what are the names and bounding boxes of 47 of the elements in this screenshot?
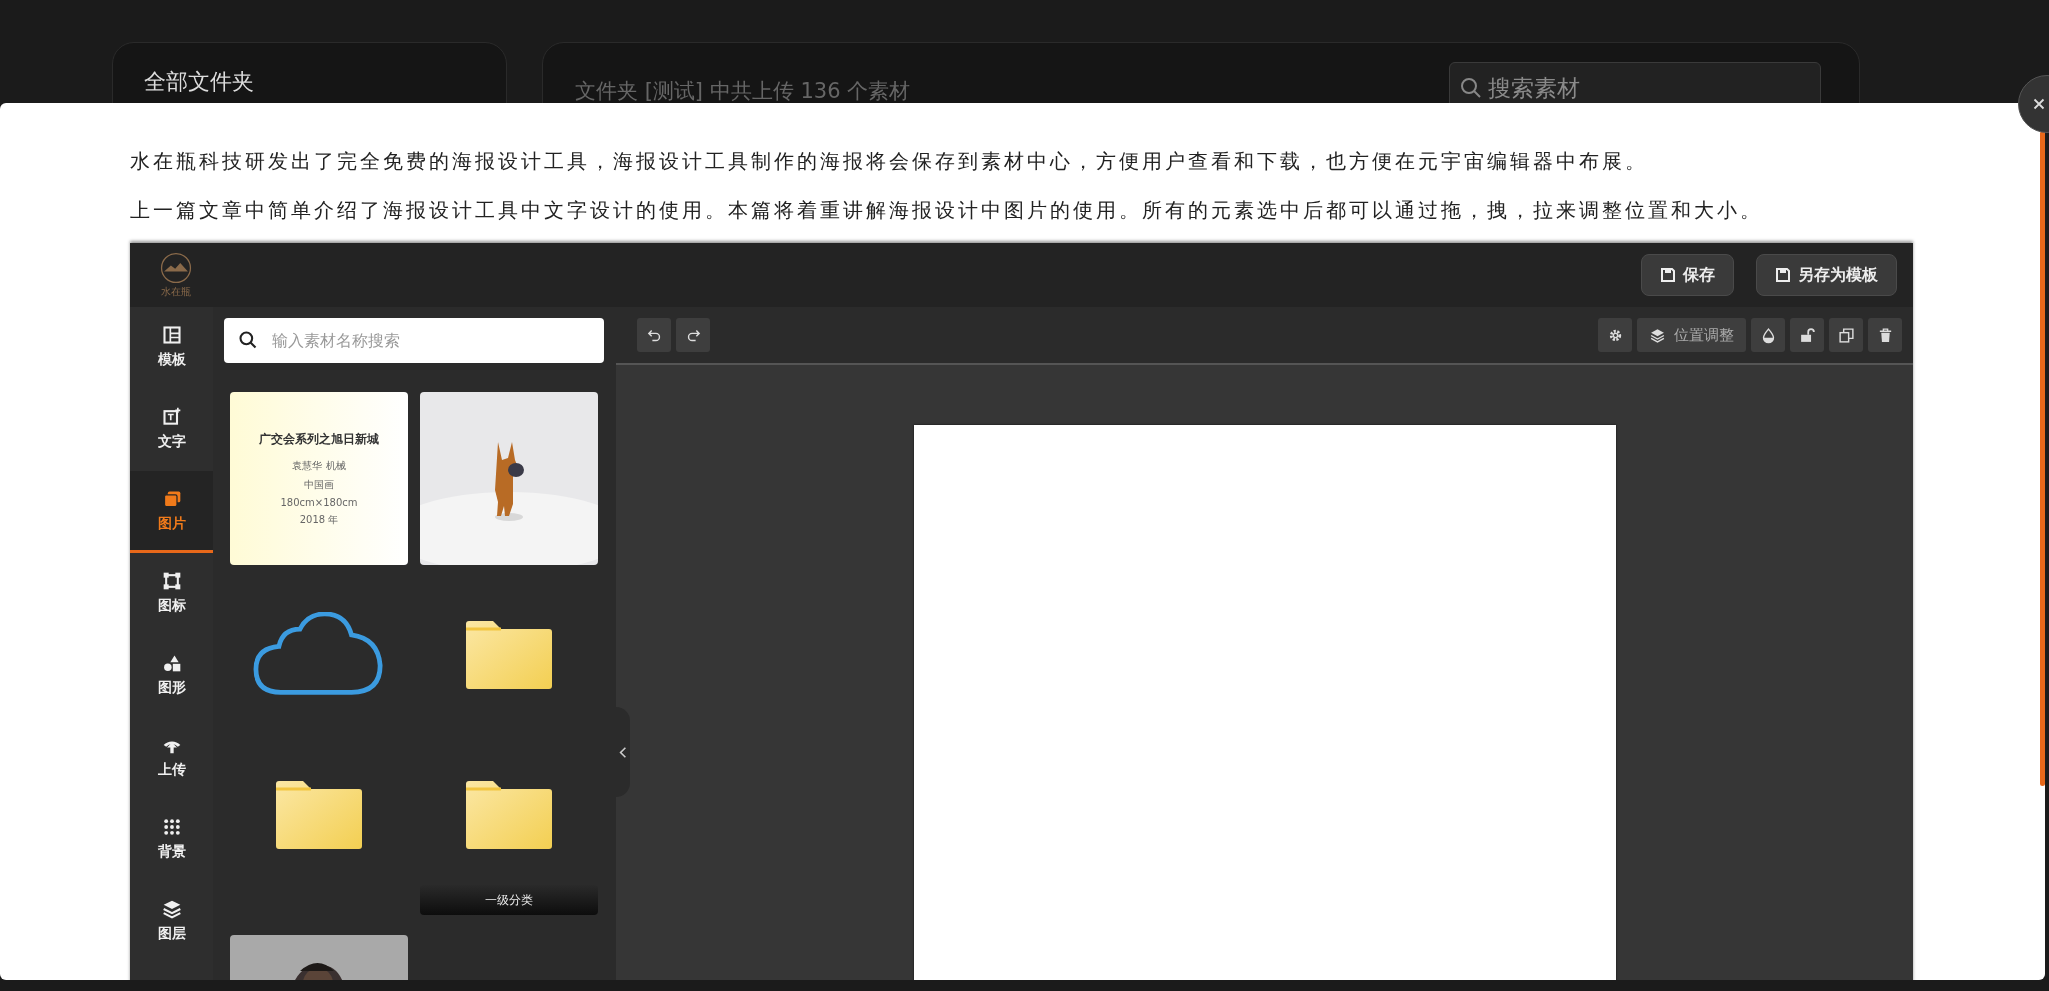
category-label[interactable]: 一级分类 [420, 885, 598, 915]
folder-icon [463, 780, 555, 850]
unlock-icon [1798, 326, 1816, 344]
dot-grid-icon [161, 816, 182, 837]
upload-summary: 文件夹 [测试] 中共上传 136 个素材 [575, 78, 911, 105]
nav-tab[interactable]: 图层 [130, 881, 213, 963]
paragraph: 水在瓶科技研发出了完全免费的海报设计工具，海报设计工具制作的海报将会保存到素材中心，方便用户查看和下载，也方便在元宇宙编辑器中布展。 [130, 148, 1649, 175]
poster-thumbnail[interactable]: 广交会系列之旭日新城 袁慧华 机械 中国画 180cm×180cm 2018 年 [230, 392, 408, 565]
poster-text: 袁慧华 机械 [292, 458, 346, 473]
frame-icon [161, 570, 182, 591]
save-icon [1660, 267, 1676, 283]
layers-icon [1649, 326, 1666, 344]
save-button[interactable]: 保存 [1641, 254, 1734, 296]
undo-button[interactable] [637, 318, 671, 352]
layers-icon [161, 898, 182, 919]
collapse-handle[interactable] [616, 707, 630, 797]
nav-tab[interactable]: 模板 [130, 307, 213, 389]
duplicate-button[interactable] [1829, 318, 1863, 352]
search-field[interactable]: 输入素材名称搜索 [224, 318, 604, 363]
save-icon [1775, 267, 1791, 283]
folder-icon [273, 780, 365, 850]
redo-button[interactable] [676, 318, 710, 352]
poster-text: 2018 年 [299, 512, 339, 527]
poster-title: 广交会系列之旭日新城 [259, 430, 379, 448]
poster-text: 180cm×180cm [280, 496, 358, 508]
folder-panel-title: 全部文件夹 [143, 68, 255, 96]
nav-tab[interactable]: 图形 [130, 635, 213, 717]
nav-tab[interactable]: 文字 [130, 389, 213, 471]
paragraph: 上一篇文章中简单介绍了海报设计工具中文字设计的使用。本篇将着重讲解海报设计中图片的使用。所有的元素选中后都可以通过拖，拽，拉来调整位置和大小。 [130, 197, 1764, 224]
settings-button[interactable] [1598, 318, 1632, 352]
text-icon [161, 406, 182, 427]
opacity-button[interactable] [1751, 318, 1785, 352]
save-button[interactable]: 另存为模板 [1756, 254, 1897, 296]
template-icon [161, 324, 182, 345]
chevron-left-icon [619, 745, 627, 759]
lock-button[interactable] [1790, 318, 1824, 352]
nav-tab[interactable]: 图片 [130, 471, 213, 553]
delete-button[interactable] [1868, 318, 1902, 352]
nav-tab[interactable]: 背景 [130, 799, 213, 881]
folder-icon [463, 620, 555, 690]
scrollbar[interactable] [2040, 131, 2045, 786]
poster-text: 中国画 [304, 477, 334, 492]
nav-tab[interactable]: 图标 [130, 553, 213, 635]
logo: 水在瓶 [144, 251, 208, 299]
nav-tab[interactable]: 上传 [130, 717, 213, 799]
arrange-button[interactable]: 位置调整 [1637, 318, 1746, 352]
copy-icon [1837, 326, 1855, 344]
